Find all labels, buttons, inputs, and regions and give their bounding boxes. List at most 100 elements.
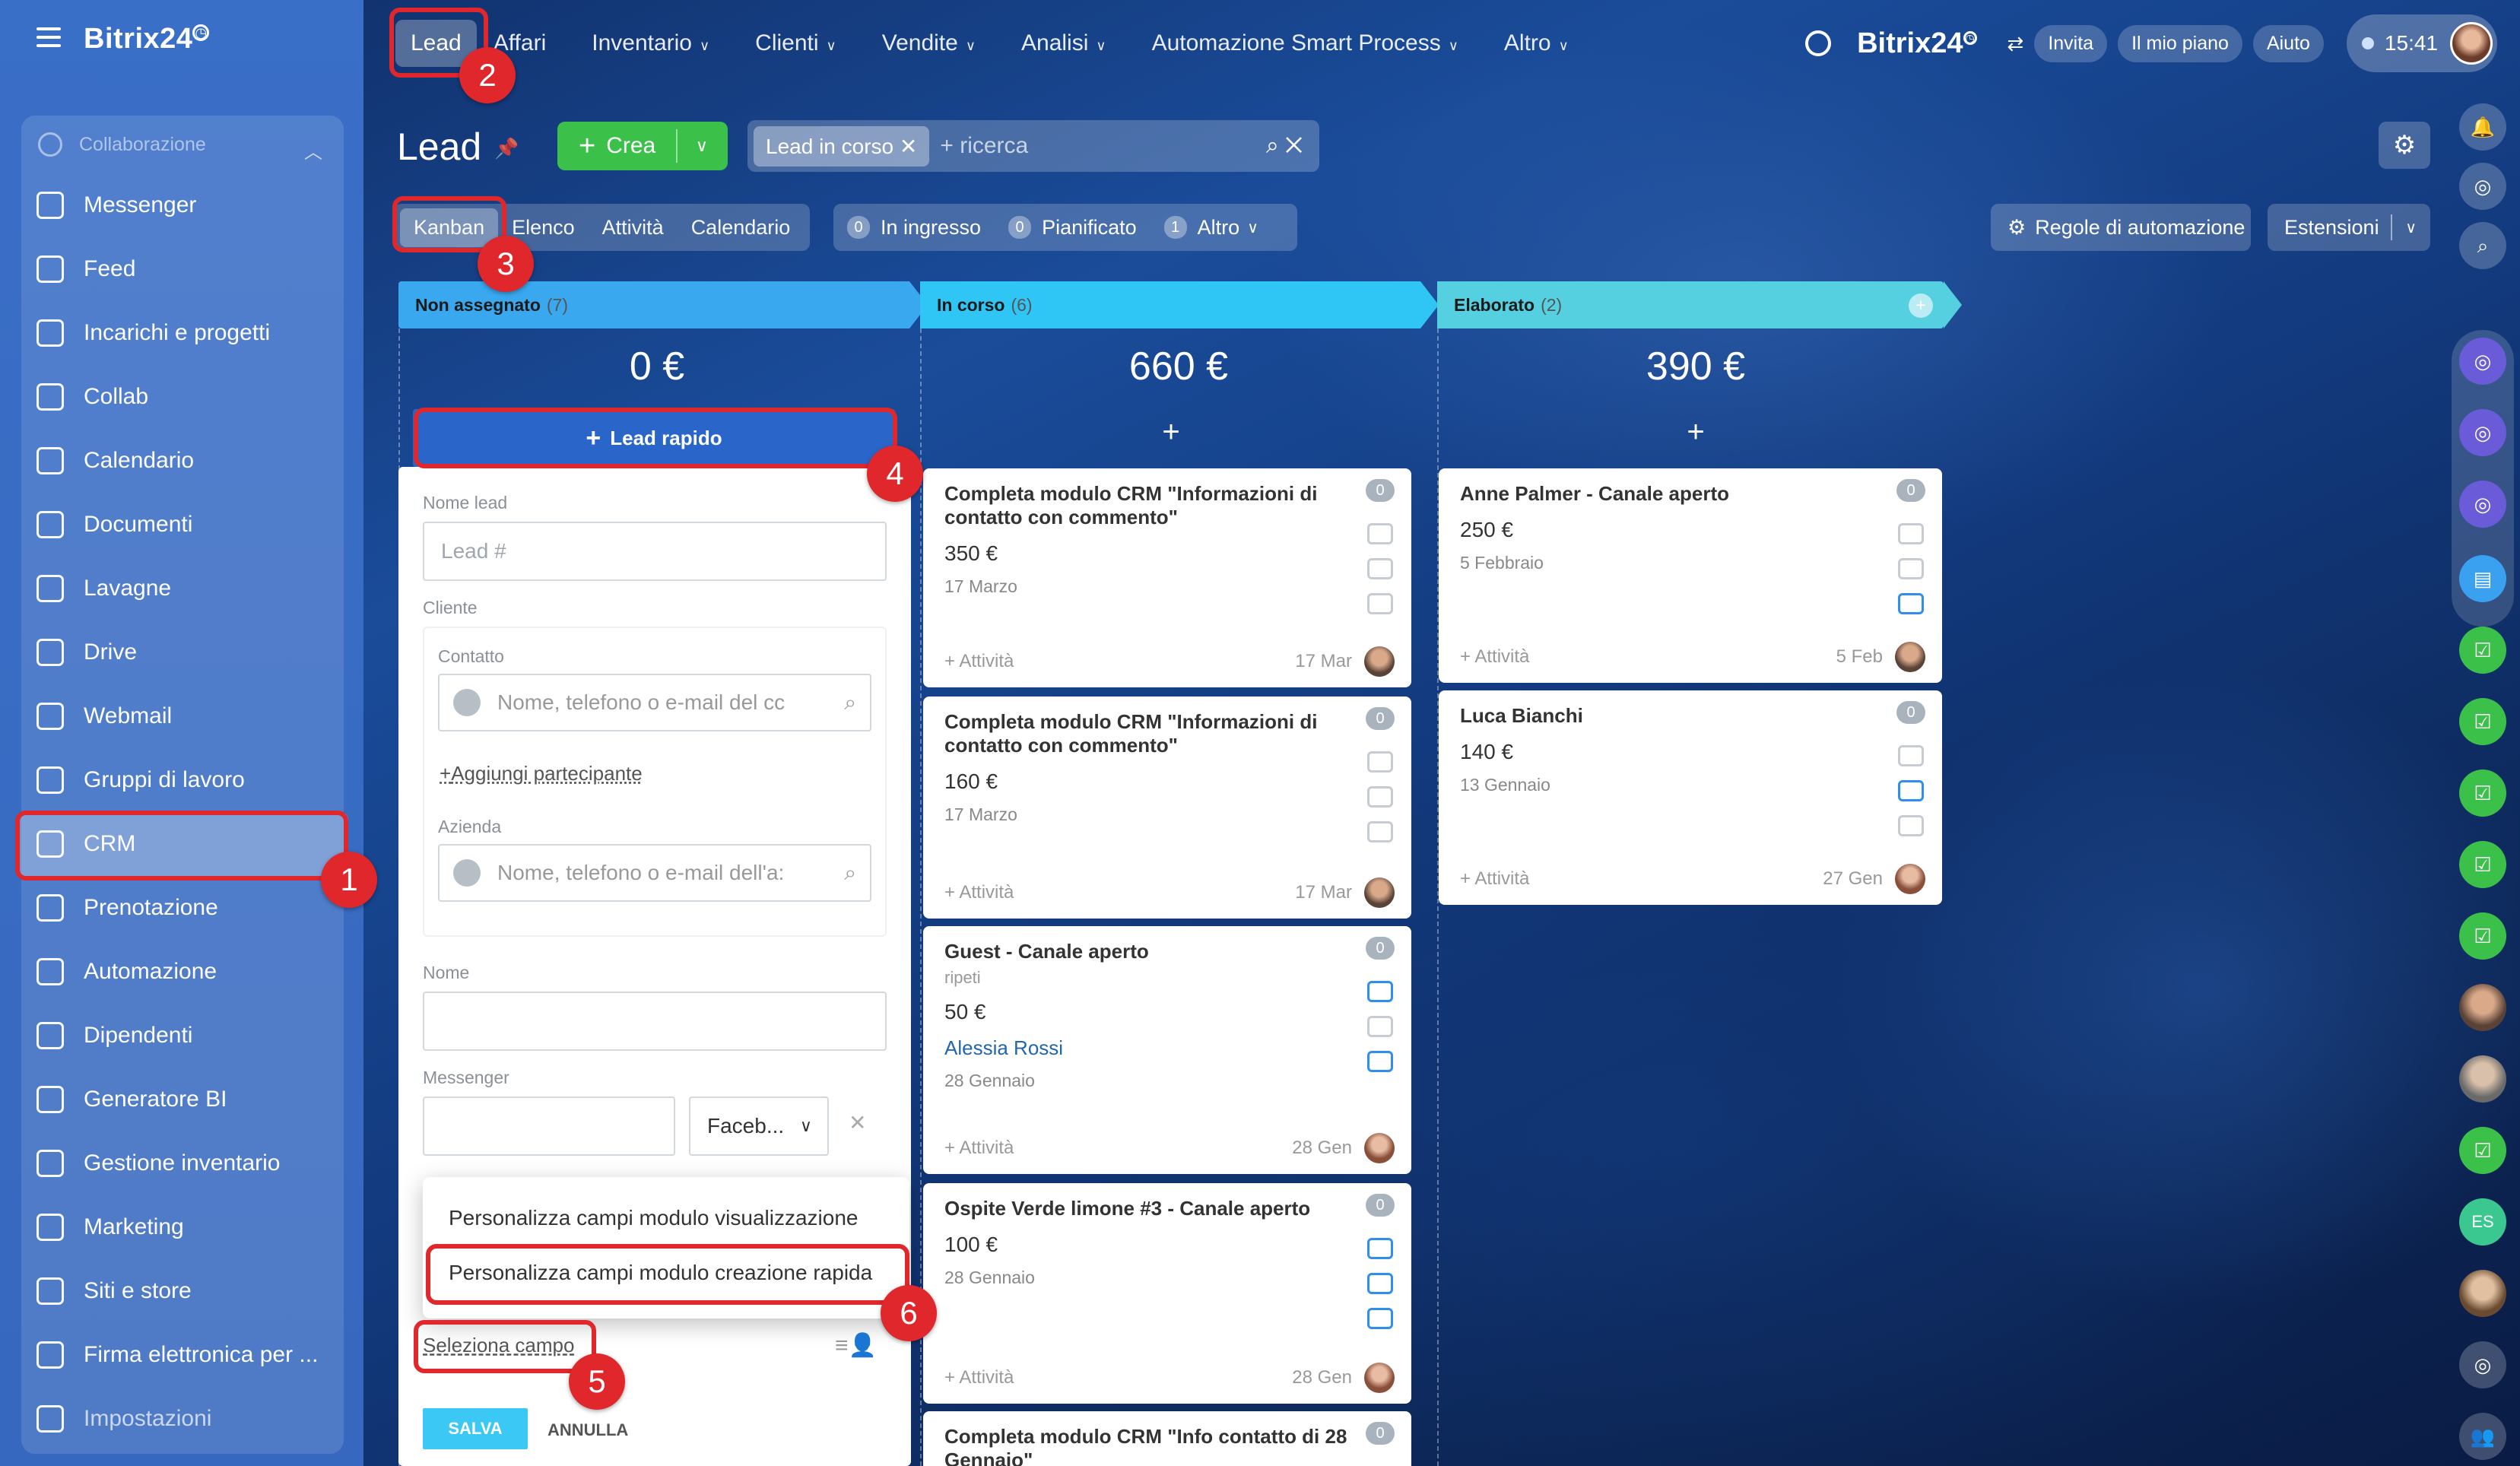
customize-view-fields-item[interactable]: Personalizza campi modulo visualizzazion… bbox=[449, 1206, 858, 1230]
sidebar-item-documenti[interactable]: Documenti bbox=[21, 493, 344, 557]
add-activity-link[interactable]: + Attività bbox=[944, 882, 1014, 903]
comment-icon[interactable] bbox=[1898, 815, 1924, 836]
select-field-link[interactable]: Seleziona campo bbox=[423, 1334, 574, 1357]
card-title[interactable]: Luca Bianchi bbox=[1460, 704, 1886, 728]
phone-icon[interactable] bbox=[1367, 751, 1393, 773]
add-activity-link[interactable]: + Attività bbox=[944, 1138, 1014, 1159]
column-header-unassigned[interactable]: Non assegnato (7) bbox=[398, 281, 909, 328]
lead-card[interactable]: Luca Bianchi 140 €13 Gennaio + Attività 27 … bbox=[1439, 690, 1942, 905]
copilot-icon[interactable]: ◎ bbox=[2459, 163, 2506, 210]
name-input[interactable] bbox=[423, 992, 887, 1051]
responsible-avatar[interactable] bbox=[1895, 642, 1925, 672]
task-chat-icon[interactable]: ☑ bbox=[2459, 841, 2506, 888]
create-button[interactable]: + Crea ∨ bbox=[557, 122, 728, 170]
customize-quick-create-fields-item[interactable]: Personalizza campi modulo creazione rapi… bbox=[449, 1261, 872, 1285]
copilot-icon[interactable]: ◎ bbox=[2459, 1341, 2506, 1388]
copilot-chat-icon[interactable]: ◎ bbox=[2459, 338, 2506, 385]
sidebar-item-lavagne[interactable]: Lavagne bbox=[21, 557, 344, 620]
pin-icon[interactable]: 📌 bbox=[494, 137, 519, 160]
quick-add-plus-icon[interactable]: + bbox=[920, 415, 1422, 449]
automation-rules-button[interactable]: ⚙ Regole di automazione bbox=[1991, 204, 2251, 251]
user-avatar[interactable] bbox=[2459, 984, 2506, 1031]
sliders-icon[interactable]: ⇄ bbox=[2007, 32, 2024, 56]
topnav-item-altro[interactable]: Altro ∨ bbox=[1504, 30, 1569, 56]
comment-icon[interactable] bbox=[1367, 1308, 1393, 1329]
quick-lead-button[interactable]: + Lead rapido bbox=[413, 409, 895, 467]
sidebar-item-drive[interactable]: Drive bbox=[21, 620, 344, 684]
remove-icon[interactable]: ✕ bbox=[849, 1110, 866, 1135]
responsible-avatar[interactable] bbox=[1364, 877, 1395, 908]
user-avatar[interactable] bbox=[2459, 1270, 2506, 1317]
phone-icon[interactable] bbox=[1367, 523, 1393, 544]
contact-input[interactable]: Nome, telefono o e-mail del cc ⌕ bbox=[438, 674, 871, 731]
counter-altro[interactable]: 1 Altro ∨ bbox=[1164, 216, 1258, 240]
sidebar-item-prenotazione[interactable]: Prenotazione bbox=[21, 876, 344, 940]
mail-icon[interactable] bbox=[1367, 1016, 1393, 1037]
lead-card[interactable]: Ospite Verde limone #3 - Canale aperto 10… bbox=[923, 1183, 1411, 1404]
task-chat-icon[interactable]: ☑ bbox=[2459, 912, 2506, 960]
add-activity-link[interactable]: + Attività bbox=[944, 1367, 1014, 1388]
responsible-avatar[interactable] bbox=[1895, 864, 1925, 894]
copilot-chat-icon[interactable]: ◎ bbox=[2459, 409, 2506, 456]
comment-icon[interactable] bbox=[1367, 593, 1393, 614]
topnav-item-clienti[interactable]: Clienti ∨ bbox=[755, 30, 836, 56]
chat-icon[interactable]: ▤ bbox=[2459, 555, 2506, 602]
user-avatar[interactable] bbox=[2450, 22, 2493, 65]
bell-icon[interactable]: 🔔 bbox=[2459, 103, 2506, 151]
invite-button[interactable]: Invita bbox=[2034, 25, 2107, 62]
lead-card[interactable]: Completa modulo CRM "Informazioni di con… bbox=[923, 468, 1411, 687]
clock-widget[interactable]: 15:41 bbox=[2347, 14, 2497, 72]
extensions-button[interactable]: Estensioni ∨ bbox=[2268, 204, 2430, 251]
phone-icon[interactable] bbox=[1367, 1238, 1393, 1259]
phone-icon[interactable] bbox=[1367, 981, 1393, 1002]
lead-name-input[interactable]: Lead # bbox=[423, 522, 887, 581]
mail-icon[interactable] bbox=[1898, 780, 1924, 801]
counter-pianificato[interactable]: 0 Pianificato bbox=[1008, 216, 1137, 240]
field-settings-icon[interactable]: ≡👤 bbox=[835, 1332, 877, 1359]
messenger-type-select[interactable]: Faceb... ∨ bbox=[689, 1096, 829, 1156]
sidebar-item-dipendenti[interactable]: Dipendenti bbox=[21, 1004, 344, 1068]
search-chat-icon[interactable]: ⌕ bbox=[2459, 222, 2506, 269]
filter-chip[interactable]: Lead in corso ✕ bbox=[754, 126, 929, 167]
add-column-icon[interactable]: + bbox=[1909, 294, 1933, 318]
counter-in-ingresso[interactable]: 0 In ingresso bbox=[847, 216, 981, 240]
lead-card[interactable]: Completa modulo CRM "Informazioni di con… bbox=[923, 697, 1411, 919]
user-initials-avatar[interactable]: ES bbox=[2459, 1198, 2506, 1245]
lead-card[interactable]: Anne Palmer - Canale aperto 250 € 5 Febbra… bbox=[1439, 468, 1942, 683]
mail-icon[interactable] bbox=[1367, 558, 1393, 579]
responsible-avatar[interactable] bbox=[1364, 1363, 1395, 1393]
help-button[interactable]: Aiuto bbox=[2253, 25, 2324, 62]
task-chat-icon[interactable]: ☑ bbox=[2459, 627, 2506, 674]
mail-icon[interactable] bbox=[1898, 558, 1924, 579]
sidebar-item-generatore-bi[interactable]: Generatore BI bbox=[21, 1068, 344, 1131]
group-avatar[interactable]: 👥 bbox=[2459, 1413, 2506, 1460]
company-input[interactable]: Nome, telefono o e-mail dell'a: ⌕ bbox=[438, 844, 871, 902]
sidebar-item-webmail[interactable]: Webmail bbox=[21, 684, 344, 748]
quick-add-plus-icon[interactable]: + bbox=[1437, 415, 1954, 449]
sidebar-item-impostazioni[interactable]: Impostazioni bbox=[21, 1387, 344, 1451]
mail-icon[interactable] bbox=[1367, 786, 1393, 808]
menu-icon[interactable] bbox=[36, 27, 61, 49]
search-icon[interactable]: ⌕ bbox=[844, 861, 856, 886]
add-activity-link[interactable]: + Attività bbox=[944, 651, 1014, 672]
sidebar-item-calendario[interactable]: Calendario bbox=[21, 429, 344, 493]
sidebar-logo[interactable]: Bitrix24 ◷ bbox=[84, 23, 209, 56]
view-tab-kanban[interactable]: Kanban bbox=[400, 208, 498, 247]
search-icon[interactable]: ⌕ bbox=[844, 690, 856, 716]
add-activity-link[interactable]: + Attività bbox=[1460, 646, 1529, 668]
phone-icon[interactable] bbox=[1898, 745, 1924, 766]
task-chat-icon[interactable]: ☑ bbox=[2459, 1127, 2506, 1174]
topnav-item-automazione-smart-process[interactable]: Automazione Smart Process ∨ bbox=[1152, 30, 1458, 56]
card-title[interactable]: Completa modulo CRM "Informazioni di con… bbox=[944, 710, 1370, 757]
comment-icon[interactable] bbox=[1367, 821, 1393, 842]
view-tab-attivit-[interactable]: Attività bbox=[589, 208, 678, 247]
lead-card[interactable]: Completa modulo CRM "Info contatto di 28… bbox=[923, 1411, 1411, 1466]
sidebar-item-siti-e-store[interactable]: Siti e store bbox=[21, 1259, 344, 1323]
topnav-item-inventario[interactable]: Inventario ∨ bbox=[592, 30, 709, 56]
gear-icon[interactable]: ⚙ bbox=[2379, 122, 2430, 169]
comment-icon[interactable] bbox=[1367, 1051, 1393, 1072]
responsible-avatar[interactable] bbox=[1364, 1133, 1395, 1163]
search-icon[interactable] bbox=[1805, 30, 1831, 56]
copilot-chat-icon[interactable]: ◎ bbox=[2459, 481, 2506, 528]
view-tab-calendario[interactable]: Calendario bbox=[678, 208, 805, 247]
